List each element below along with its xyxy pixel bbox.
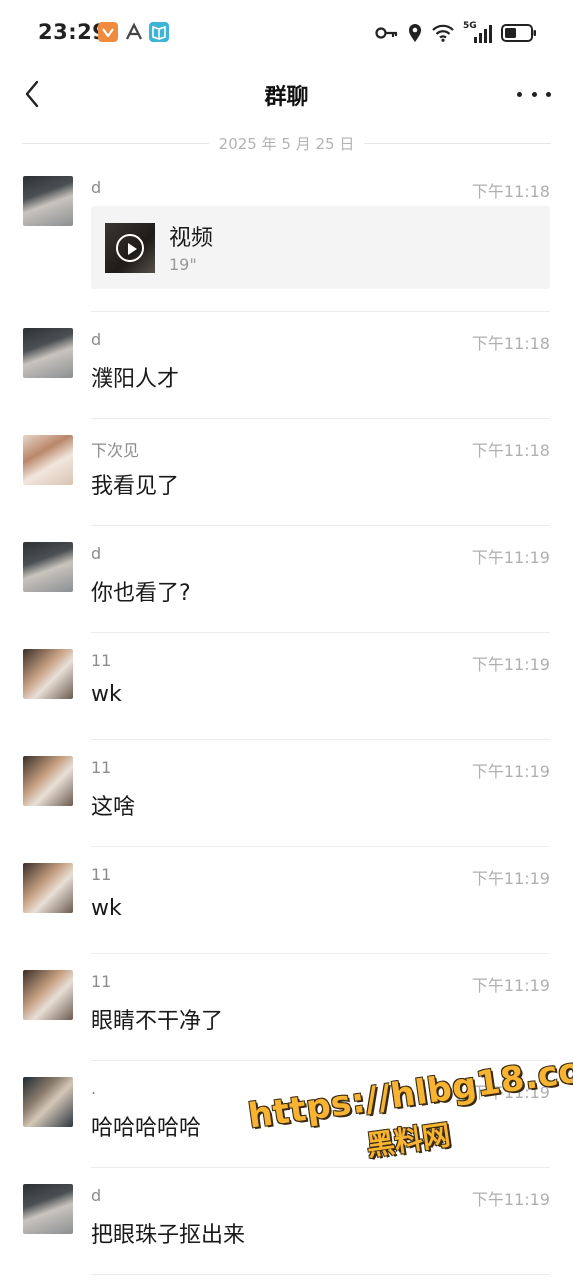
status-bar: 23:29 5G bbox=[0, 0, 573, 66]
message-text: 你也看了? bbox=[91, 581, 191, 606]
message-time: 下午11:19 bbox=[471, 976, 550, 995]
message-time: 下午11:18 bbox=[471, 182, 550, 201]
video-label: 视频 bbox=[169, 226, 214, 251]
message-item[interactable]: d 下午11:19 把眼珠子抠出来 bbox=[0, 1168, 573, 1275]
avatar[interactable] bbox=[23, 863, 73, 913]
message-time: 下午11:19 bbox=[471, 1190, 550, 1209]
battery-icon bbox=[501, 24, 536, 42]
avatar[interactable] bbox=[23, 756, 73, 806]
avatar[interactable] bbox=[23, 970, 73, 1020]
sender-name: d bbox=[91, 1186, 102, 1205]
message-item[interactable]: 下次见 下午11:18 我看见了 bbox=[0, 419, 573, 526]
message-time: 下午11:18 bbox=[471, 334, 550, 353]
status-time: 23:29 bbox=[38, 20, 108, 44]
divider-line bbox=[364, 142, 551, 144]
sender-name: 11 bbox=[91, 865, 112, 884]
sender-name: d bbox=[91, 544, 102, 563]
more-options-button[interactable] bbox=[517, 80, 551, 108]
message-time: 下午11:19 bbox=[471, 869, 550, 888]
video-duration: 19" bbox=[169, 255, 197, 274]
sender-name: 11 bbox=[91, 758, 112, 777]
message-item[interactable]: d 下午11:18 视频 19" bbox=[0, 160, 573, 312]
video-thumbnail bbox=[105, 223, 155, 273]
message-text: 眼睛不干净了 bbox=[91, 1009, 224, 1034]
message-item[interactable]: d 下午11:18 濮阳人才 bbox=[0, 312, 573, 419]
message-text: wk bbox=[91, 896, 122, 921]
sender-name: 下次见 bbox=[91, 441, 140, 460]
message-time: 下午11:19 bbox=[471, 1083, 550, 1102]
heart-badge-icon bbox=[98, 22, 118, 42]
message-item[interactable]: 11 下午11:19 这啥 bbox=[0, 740, 573, 847]
dot-icon bbox=[531, 91, 537, 97]
message-text: 把眼珠子抠出来 bbox=[91, 1223, 246, 1248]
sender-name: . bbox=[91, 1079, 97, 1098]
message-item[interactable]: 11 下午11:19 眼睛不干净了 bbox=[0, 954, 573, 1061]
message-item[interactable]: . 下午11:19 哈哈哈哈哈 bbox=[0, 1061, 573, 1168]
status-icons: 5G bbox=[375, 21, 537, 44]
message-list[interactable]: d 下午11:18 视频 19" d 下午11:18 濮阳人才 下次见 下午11… bbox=[0, 160, 573, 1275]
message-text: wk bbox=[91, 682, 122, 707]
message-text: 我看见了 bbox=[91, 474, 180, 499]
nav-bar: 群聊 bbox=[0, 66, 573, 122]
row-divider bbox=[91, 1274, 550, 1275]
avatar[interactable] bbox=[23, 328, 73, 378]
message-item[interactable]: 11 下午11:19 wk bbox=[0, 847, 573, 954]
book-icon bbox=[149, 22, 169, 42]
dot-icon bbox=[546, 91, 551, 97]
message-text: 这啥 bbox=[91, 795, 136, 820]
video-attachment[interactable]: 视频 19" bbox=[91, 206, 550, 289]
key-icon bbox=[375, 27, 398, 39]
avatar[interactable] bbox=[23, 542, 73, 592]
avatar[interactable] bbox=[23, 435, 73, 485]
sender-name: d bbox=[91, 330, 102, 349]
wifi-icon bbox=[432, 24, 454, 42]
message-text: 濮阳人才 bbox=[91, 367, 180, 392]
divider-line bbox=[22, 142, 209, 144]
message-time: 下午11:18 bbox=[471, 441, 550, 460]
message-text: 哈哈哈哈哈 bbox=[91, 1116, 202, 1141]
signal-icon: 5G bbox=[463, 21, 493, 43]
sender-name: 11 bbox=[91, 651, 112, 670]
avatar[interactable] bbox=[23, 1184, 73, 1234]
message-item[interactable]: d 下午11:19 你也看了? bbox=[0, 526, 573, 633]
message-time: 下午11:19 bbox=[471, 655, 550, 674]
a-font-icon bbox=[124, 22, 144, 42]
location-icon bbox=[409, 24, 421, 42]
message-time: 下午11:19 bbox=[471, 548, 550, 567]
sender-name: d bbox=[91, 178, 102, 197]
dot-icon bbox=[517, 91, 522, 97]
message-time: 下午11:19 bbox=[471, 762, 550, 781]
avatar[interactable] bbox=[23, 176, 73, 226]
sender-name: 11 bbox=[91, 972, 112, 991]
date-label: 2025 年 5 月 25 日 bbox=[218, 134, 355, 153]
avatar[interactable] bbox=[23, 1077, 73, 1127]
date-divider: 2025 年 5 月 25 日 bbox=[22, 132, 551, 154]
message-item[interactable]: 11 下午11:19 wk bbox=[0, 633, 573, 740]
page-title: 群聊 bbox=[264, 85, 309, 110]
play-icon bbox=[116, 234, 144, 262]
avatar[interactable] bbox=[23, 649, 73, 699]
